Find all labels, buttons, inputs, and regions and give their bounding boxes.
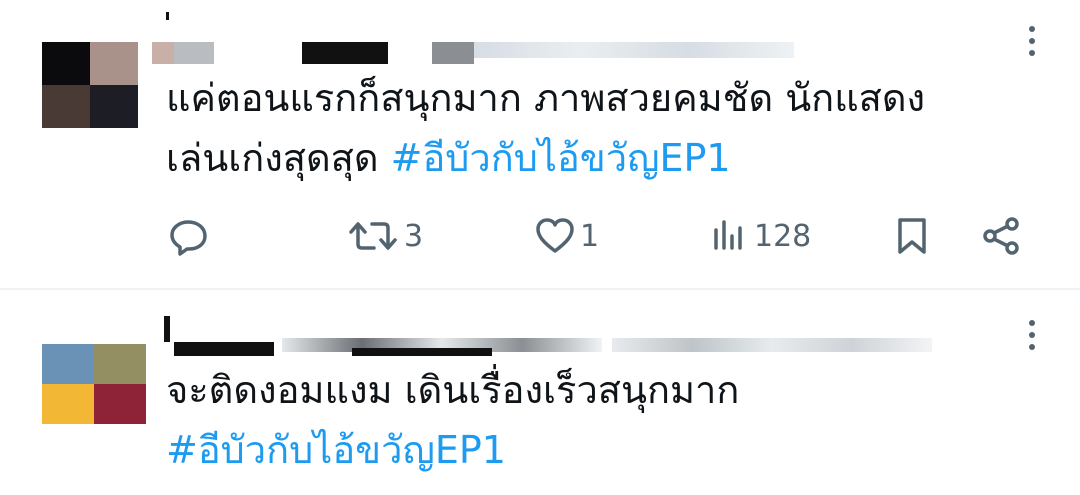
tweet-text-line: จะติดงอมแงม เดินเรื่องเร็วสนุกมาก	[166, 368, 740, 412]
more-icon[interactable]	[1028, 26, 1036, 62]
tweet-text-segment: เล่นเก่งสุดสุด	[166, 136, 391, 180]
redacted-name	[164, 316, 170, 342]
avatar-block	[90, 85, 138, 128]
redacted-handle	[432, 42, 474, 64]
tweet-text-line: เล่นเก่งสุดสุด #อีบัวกับไอ้ขวัญEP1	[166, 128, 1040, 188]
reply-icon	[168, 216, 210, 256]
redacted-handle	[612, 338, 932, 352]
avatar[interactable]	[42, 344, 146, 424]
more-icon[interactable]	[1028, 320, 1036, 356]
redacted-name	[166, 12, 169, 20]
hashtag-link[interactable]: #อีบัวกับไอ้ขวัญEP1	[391, 136, 731, 180]
retweet-count: 3	[404, 218, 424, 254]
redacted-handle	[352, 348, 492, 356]
tweet-text: แค่ตอนแรกก็สนุกมาก ภาพสวยคมชัด นักแสดง เ…	[166, 68, 1040, 188]
tweet-2[interactable]: จะติดงอมแงม เดินเรื่องเร็วสนุกมาก #อีบัว…	[0, 290, 1080, 495]
redacted-name	[174, 342, 274, 356]
avatar-block	[42, 344, 94, 384]
like-button[interactable]: 1	[534, 206, 599, 266]
reply-button[interactable]	[168, 206, 210, 266]
tweet-1[interactable]: แค่ตอนแรกก็สนุกมาก ภาพสวยคมชัด นักแสดง เ…	[0, 0, 1080, 288]
views-button[interactable]: 128	[710, 206, 811, 266]
avatar-block	[94, 384, 146, 424]
like-count: 1	[580, 218, 600, 254]
retweet-button[interactable]: 3	[348, 206, 423, 266]
bookmark-button[interactable]	[892, 206, 932, 266]
retweet-icon	[348, 216, 400, 256]
avatar-block	[42, 384, 94, 424]
tweet-text-line: แค่ตอนแรกก็สนุกมาก ภาพสวยคมชัด นักแสดง	[166, 76, 926, 120]
redacted-name	[174, 42, 214, 64]
share-icon	[980, 216, 1024, 256]
hashtag-link[interactable]: #อีบัวกับไอ้ขวัญEP1	[166, 420, 1040, 480]
avatar-block	[42, 85, 90, 128]
redacted-name	[302, 42, 388, 64]
tweet-text: จะติดงอมแงม เดินเรื่องเร็วสนุกมาก #อีบัว…	[166, 360, 1040, 480]
avatar-block	[90, 42, 138, 85]
tweet-actions: 3 1 128	[0, 206, 1080, 266]
avatar[interactable]	[42, 42, 138, 128]
views-icon	[710, 216, 750, 256]
views-count: 128	[754, 218, 812, 254]
redacted-handle	[474, 42, 794, 58]
bookmark-icon	[892, 216, 932, 256]
share-button[interactable]	[980, 206, 1024, 266]
redacted-name	[152, 42, 174, 64]
avatar-block	[42, 42, 90, 85]
heart-icon	[534, 216, 576, 256]
avatar-block	[94, 344, 146, 384]
